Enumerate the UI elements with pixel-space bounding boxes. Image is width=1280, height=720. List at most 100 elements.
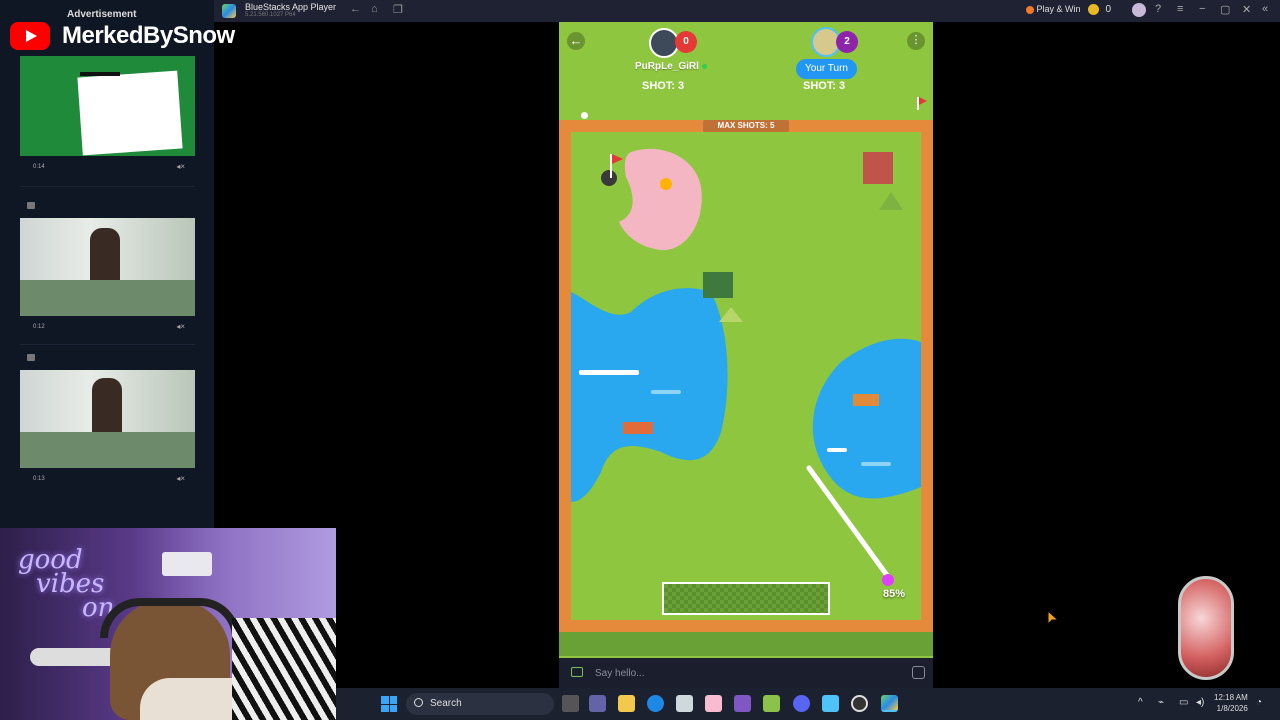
help-icon[interactable]: ? [1155, 3, 1161, 15]
water-ripple [827, 448, 847, 452]
power-bar[interactable] [662, 582, 830, 615]
player-name-text: PuRpLe_GiRl [635, 61, 699, 72]
app-icon[interactable] [763, 695, 780, 712]
golf-course-border [559, 120, 933, 632]
sidebar-toggle-icon[interactable]: « [1262, 3, 1268, 15]
clock-date: 1/8/2026 [1216, 704, 1248, 713]
headphones-graphic [100, 598, 240, 638]
menu-icon[interactable]: ≡ [1177, 3, 1183, 15]
ad-meta: 0:14 ◂× [20, 160, 195, 176]
water-ripple [651, 390, 681, 394]
opponent-shots: SHOT: 3 [803, 80, 846, 92]
ad-info-icon[interactable] [27, 202, 35, 209]
play-win-button[interactable]: Play & Win [1026, 4, 1081, 14]
progress-flag-icon [917, 97, 927, 110]
maximize-icon[interactable]: ▢ [1220, 3, 1230, 16]
water-hazard [571, 288, 728, 502]
divider [20, 344, 195, 345]
multi-instance-icon[interactable]: ❐ [393, 3, 403, 16]
power-percent: 85% [883, 588, 906, 600]
back-arrow-icon[interactable]: ← [567, 32, 585, 50]
back-arrow-icon[interactable]: ← [350, 3, 361, 15]
window-title: BlueStacks App Player [245, 2, 337, 12]
bluestacks-taskbar-icon[interactable] [881, 695, 898, 712]
microphone-graphic [30, 648, 120, 666]
webcam-feed: good vibes on [0, 528, 336, 720]
course-map [571, 148, 921, 586]
mute-icon[interactable]: ◂× [176, 474, 185, 483]
chat-input[interactable] [595, 662, 895, 684]
network-icon[interactable]: ⌁ [1158, 697, 1164, 708]
mute-icon[interactable]: ◂× [176, 162, 185, 171]
tree-icon [719, 307, 743, 322]
close-icon[interactable]: ✕ [1242, 3, 1251, 16]
tray-overflow-icon[interactable]: ^ [1138, 697, 1143, 708]
minimize-icon[interactable]: − [1199, 3, 1205, 15]
neon-sign: good vibes on [18, 547, 114, 621]
air-conditioner-graphic [162, 552, 212, 576]
taskbar: Search ^ ⌁ ▭ ◂) 12:18 AM 1/8/2026 ◔ [336, 688, 1280, 720]
home-icon[interactable]: ⌂ [371, 3, 378, 15]
clock[interactable]: 12:18 AM 1/8/2026 [1214, 692, 1248, 714]
notepad-icon[interactable] [822, 695, 839, 712]
max-shots-label: MAX SHOTS: 5 [703, 120, 789, 132]
hole-flag-pole [610, 154, 612, 178]
app-icon[interactable] [705, 695, 722, 712]
teams-icon[interactable] [589, 695, 606, 712]
notification-icon[interactable]: ◔ [1256, 697, 1262, 708]
volume-icon[interactable]: ◂) [1196, 697, 1204, 708]
coin-count: 0 [1105, 4, 1112, 15]
ad-panel: Advertisement 0:14 ◂× 0:12 ◂× 0:13 ◂× [0, 0, 214, 528]
coin-counter[interactable]: 0 [1088, 4, 1112, 16]
progress-ball-icon [581, 112, 588, 119]
player-shots: SHOT: 3 [642, 80, 685, 92]
battery-icon[interactable]: ▭ [1179, 697, 1188, 708]
online-status-icon [701, 63, 707, 69]
divider [20, 186, 195, 187]
taskbar-search[interactable]: Search [406, 693, 554, 715]
green-bunker [619, 148, 702, 251]
edge-icon[interactable] [647, 695, 664, 712]
file-explorer-icon[interactable] [618, 695, 635, 712]
ad-thumbnail[interactable] [20, 218, 195, 316]
ad-meta: 0:12 ◂× [20, 320, 195, 336]
player-name: PuRpLe_GiRl [635, 61, 707, 72]
store-icon[interactable] [676, 695, 693, 712]
floating-66-badge[interactable] [1178, 576, 1234, 680]
player-score-badge: 0 [675, 31, 697, 53]
mute-icon[interactable]: ◂× [176, 322, 185, 331]
screen: Advertisement 0:14 ◂× 0:12 ◂× 0:13 ◂× Me… [0, 0, 1280, 720]
star-icon [660, 178, 672, 190]
profile-avatar-icon[interactable] [1132, 3, 1146, 17]
start-icon[interactable] [381, 696, 397, 712]
mouse-cursor-icon [1047, 610, 1060, 626]
water-ripple [861, 462, 891, 466]
game-footer [559, 632, 933, 656]
sticker-icon[interactable] [912, 666, 925, 679]
obs-icon[interactable] [851, 695, 868, 712]
hole-icon [601, 170, 617, 186]
windmill-icon [863, 152, 893, 184]
ad-card-graphic [77, 70, 183, 156]
copilot-icon[interactable] [734, 695, 751, 712]
water-hazard [812, 338, 921, 499]
golf-ball-icon[interactable] [882, 574, 894, 586]
water-ripple [579, 370, 639, 375]
bluestacks-logo-icon [222, 4, 236, 18]
title-bar: BlueStacks App Player 5.21.560.1027 P64 … [214, 0, 1280, 22]
more-options-icon[interactable]: ⋮ [907, 32, 925, 50]
boat-icon [623, 422, 653, 434]
game-header: ← 0 PuRpLe_GiRl SHOT: 3 2 Your Turn SHOT… [559, 22, 933, 119]
task-view-icon[interactable] [562, 695, 579, 712]
discord-icon[interactable] [793, 695, 810, 712]
youtube-icon [10, 22, 50, 50]
ad-thumbnail[interactable] [20, 56, 195, 156]
ad-thumbnail[interactable] [20, 370, 195, 468]
ad-duration: 0:14 [33, 164, 45, 170]
ad-info-icon[interactable] [27, 354, 35, 361]
chat-icon[interactable] [571, 667, 583, 677]
turn-indicator: Your Turn [796, 59, 857, 79]
golf-course[interactable] [571, 132, 921, 620]
play-win-icon [1026, 5, 1034, 14]
hole-flag-icon [612, 154, 623, 164]
